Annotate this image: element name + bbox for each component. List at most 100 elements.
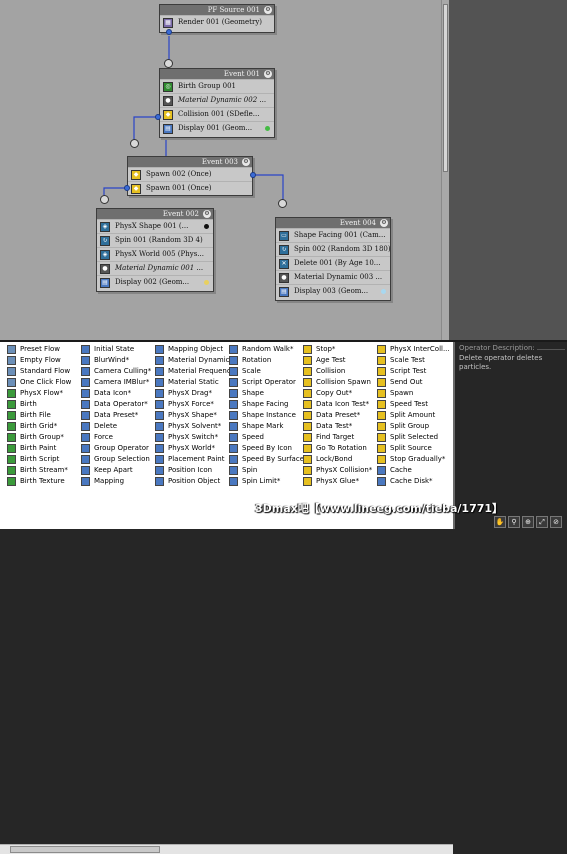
- depot-item[interactable]: PhysX Flow*: [6, 388, 71, 399]
- depot-horizontal-scrollbar[interactable]: [0, 844, 453, 854]
- event001-input-port[interactable]: [164, 59, 173, 68]
- material-dynamic-icon[interactable]: ●: [163, 96, 173, 106]
- physx-shape-icon[interactable]: ◈: [100, 222, 110, 232]
- delete-icon[interactable]: ✕: [279, 259, 289, 269]
- operator-row[interactable]: ◈ PhysX World 005 (Phys...: [97, 247, 213, 261]
- depot-item[interactable]: One Click Flow: [6, 377, 71, 388]
- operator-row[interactable]: ● Material Dynamic 001 ...: [97, 261, 213, 275]
- depot-item[interactable]: Cache Disk*: [376, 476, 450, 487]
- operator-row[interactable]: ▤ Display 003 (Geom...: [276, 284, 390, 298]
- depot-item[interactable]: BlurWind*: [80, 355, 151, 366]
- depot-item[interactable]: PhysX InterColl...: [376, 344, 450, 355]
- render-icon[interactable]: ▦: [163, 18, 173, 28]
- depot-item[interactable]: Collision Spawn: [302, 377, 372, 388]
- depot-item[interactable]: Shape: [228, 388, 304, 399]
- node-gear-icon[interactable]: ⚙: [242, 158, 250, 166]
- depot-item[interactable]: Rotation: [228, 355, 304, 366]
- depot-item[interactable]: Shape Instance: [228, 410, 304, 421]
- depot-item[interactable]: Force: [80, 432, 151, 443]
- event004-node[interactable]: Event 004 ⚙ ▭ Shape Facing 001 (Cam... ↻ Sp…: [275, 217, 391, 301]
- depot-item[interactable]: Lock/Bond: [302, 454, 372, 465]
- depot-item[interactable]: PhysX Collision*: [302, 465, 372, 476]
- depot-item[interactable]: Birth Stream*: [6, 465, 71, 476]
- depot-item[interactable]: Speed By Surface: [228, 454, 304, 465]
- depot-item[interactable]: Position Object: [154, 476, 235, 487]
- depot-item[interactable]: Data Icon*: [80, 388, 151, 399]
- depot-item[interactable]: Split Amount: [376, 410, 450, 421]
- depot-item[interactable]: Split Source: [376, 443, 450, 454]
- depot-item[interactable]: Birth Grid*: [6, 421, 71, 432]
- node-gear-icon[interactable]: ⚙: [203, 210, 211, 218]
- display-color-swatch[interactable]: [265, 126, 270, 131]
- event003-input-port[interactable]: [130, 139, 139, 148]
- operator-row[interactable]: ▭ Shape Facing 001 (Cam...: [276, 228, 390, 242]
- depot-item[interactable]: Spin: [228, 465, 304, 476]
- operator-row[interactable]: ✕ Delete 001 (By Age 10...: [276, 256, 390, 270]
- depot-item[interactable]: Collision: [302, 366, 372, 377]
- depot-item[interactable]: Shape Facing: [228, 399, 304, 410]
- depot-item[interactable]: Speed: [228, 432, 304, 443]
- event003-spawn002-output-port[interactable]: [250, 172, 256, 178]
- operator-row[interactable]: ↻ Spin 002 (Random 3D 180): [276, 242, 390, 256]
- depot-item[interactable]: PhysX Force*: [154, 399, 235, 410]
- depot-item[interactable]: Initial State: [80, 344, 151, 355]
- depot-item[interactable]: Random Walk*: [228, 344, 304, 355]
- node-title-bar[interactable]: Event 003 ⚙: [128, 157, 252, 167]
- operator-row[interactable]: ◎ Birth Group 001: [160, 79, 274, 93]
- depot-item[interactable]: PhysX Shape*: [154, 410, 235, 421]
- depot-item[interactable]: Data Test*: [302, 421, 372, 432]
- operator-row[interactable]: ◆ Collision 001 (SDefle...: [160, 107, 274, 121]
- spawn-test-icon[interactable]: ◆: [131, 184, 141, 194]
- zoom-icon[interactable]: ⚲: [508, 516, 520, 528]
- depot-item[interactable]: Birth Group*: [6, 432, 71, 443]
- depot-item[interactable]: Script Operator: [228, 377, 304, 388]
- depot-item[interactable]: Go To Rotation: [302, 443, 372, 454]
- depot-item[interactable]: Shape Mark: [228, 421, 304, 432]
- depot-item[interactable]: Speed By Icon: [228, 443, 304, 454]
- display-icon[interactable]: ▤: [163, 124, 173, 134]
- depot-item[interactable]: Data Preset*: [80, 410, 151, 421]
- event004-input-port[interactable]: [278, 199, 287, 208]
- depot-item[interactable]: Find Target: [302, 432, 372, 443]
- operator-row[interactable]: ● Material Dynamic 002 ...: [160, 93, 274, 107]
- depot-item[interactable]: Mapping Object: [154, 344, 235, 355]
- event001-node[interactable]: Event 001 ⚙ ◎ Birth Group 001 ● Material Dy…: [159, 68, 275, 138]
- depot-item[interactable]: Group Selection: [80, 454, 151, 465]
- depot-item[interactable]: Position Icon: [154, 465, 235, 476]
- depot-item[interactable]: Material Dynamic: [154, 355, 235, 366]
- graph-scroll-thumb[interactable]: [443, 4, 448, 172]
- depot-item[interactable]: Birth Paint: [6, 443, 71, 454]
- depot-item[interactable]: Spin Limit*: [228, 476, 304, 487]
- depot-item[interactable]: Preset Flow: [6, 344, 71, 355]
- display-color-swatch[interactable]: [381, 289, 386, 294]
- depot-item[interactable]: Birth Script: [6, 454, 71, 465]
- depot-item[interactable]: Delete: [80, 421, 151, 432]
- operator-row[interactable]: ◆ Spawn 001 (Once): [128, 181, 252, 195]
- depot-item[interactable]: Split Selected: [376, 432, 450, 443]
- node-title-bar[interactable]: Event 004 ⚙: [276, 218, 390, 228]
- depot-item[interactable]: Send Out: [376, 377, 450, 388]
- node-title-bar[interactable]: Event 001 ⚙: [160, 69, 274, 79]
- depot-item[interactable]: Speed Test: [376, 399, 450, 410]
- material-dynamic-icon[interactable]: ●: [279, 273, 289, 283]
- depot-item[interactable]: Mapping: [80, 476, 151, 487]
- operator-row[interactable]: ▦ Render 001 (Geometry): [160, 15, 274, 29]
- depot-item[interactable]: Data Icon Test*: [302, 399, 372, 410]
- depot-item[interactable]: Empty Flow: [6, 355, 71, 366]
- shape-facing-icon[interactable]: ▭: [279, 231, 289, 241]
- operator-row[interactable]: ◈ PhysX Shape 001 (...: [97, 219, 213, 233]
- depot-item[interactable]: Age Test: [302, 355, 372, 366]
- depot-item[interactable]: Standard Flow: [6, 366, 71, 377]
- operator-row[interactable]: ▤ Display 001 (Geom...: [160, 121, 274, 135]
- event003-spawn001-output-port[interactable]: [124, 185, 130, 191]
- depot-item[interactable]: Birth File: [6, 410, 71, 421]
- depot-item[interactable]: Spawn: [376, 388, 450, 399]
- operator-row[interactable]: ● Material Dynamic 003 ...: [276, 270, 390, 284]
- birth-group-icon[interactable]: ◎: [163, 82, 173, 92]
- depot-item[interactable]: Birth Texture: [6, 476, 71, 487]
- depot-item[interactable]: PhysX Switch*: [154, 432, 235, 443]
- depot-item[interactable]: Placement Paint: [154, 454, 235, 465]
- depot-item[interactable]: Stop*: [302, 344, 372, 355]
- node-gear-icon[interactable]: ⚙: [380, 219, 388, 227]
- no-zoom-icon[interactable]: ⊘: [550, 516, 562, 528]
